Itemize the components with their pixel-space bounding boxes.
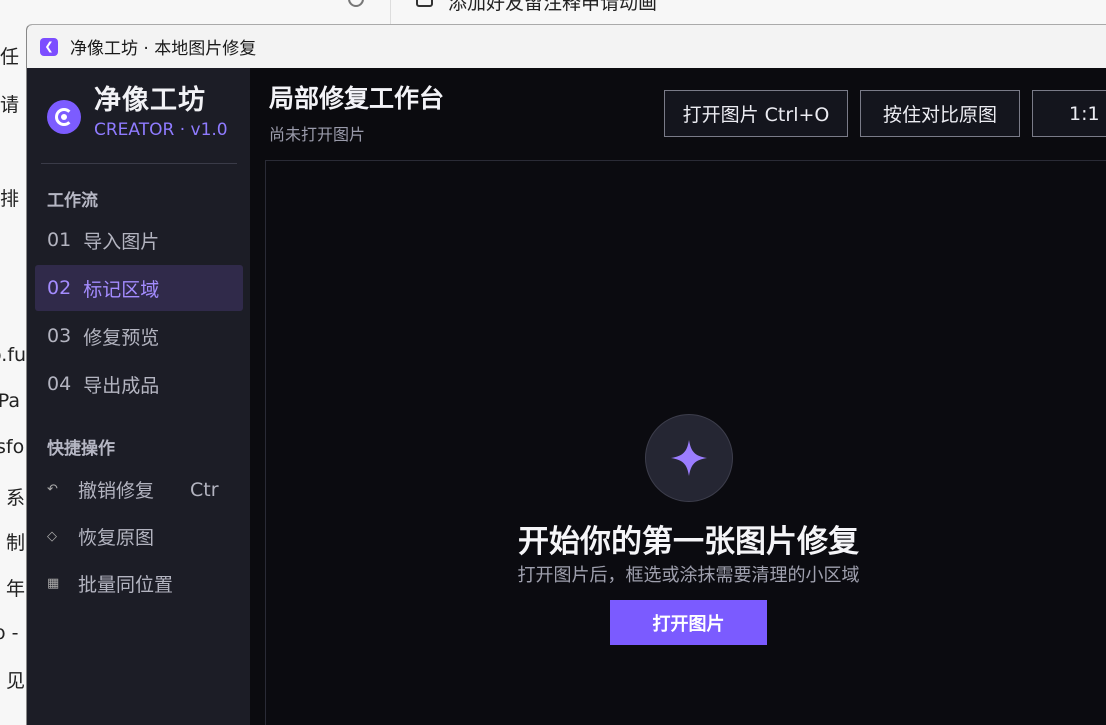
undo-icon: ↶ xyxy=(47,482,58,497)
bg-text-fragment: 见 xyxy=(6,670,26,692)
sidebar-item-label: 导出成品 xyxy=(83,374,160,397)
workflow-heading: 工作流 xyxy=(47,191,98,211)
background-window-top: 添加好友留注释申请动画 xyxy=(28,0,1106,24)
bg-text-fragment: 排 xyxy=(0,188,20,210)
step-number: 04 xyxy=(47,373,72,395)
quick-item-label: 撤销修复 xyxy=(78,480,155,502)
undo-repair-button[interactable]: ↶ 撤销修复 Ctr xyxy=(47,476,219,503)
sidebar-item-import[interactable]: 01 导入图片 xyxy=(35,217,243,263)
restore-original-button[interactable]: ◇ 恢复原图 xyxy=(47,523,154,550)
image-canvas[interactable]: 开始你的第一张图片修复 打开图片后，框选或涂抹需要清理的小区域 打开图片 xyxy=(265,160,1106,725)
checkbox-icon xyxy=(416,0,433,7)
workspace-header: 局部修复工作台 尚未打开图片 xyxy=(269,79,444,145)
quick-item-label: 批量同位置 xyxy=(78,574,174,596)
sidebar-item-mark-area[interactable]: 02 标记区域 xyxy=(35,265,243,311)
bg-text: 添加好友留注释申请动画 xyxy=(448,0,658,14)
bg-text-fragment: rPa xyxy=(0,390,21,412)
bg-text-fragment: sfo xyxy=(0,436,25,458)
sidebar: 净像工坊 CREATOR · v1.0 工作流 01 导入图片 02 标记区域 … xyxy=(27,68,250,725)
title-bar[interactable]: ❮ 净像工坊 · 本地图片修复 xyxy=(27,25,1106,68)
background-window-left: 任 请 排 o.fu rPa sfo 系 制 年 o - 见 xyxy=(0,0,28,725)
open-image-button[interactable]: 打开图片 Ctrl+O xyxy=(664,90,848,137)
sidebar-item-label: 标记区域 xyxy=(83,278,160,301)
sparkle-icon xyxy=(645,414,733,502)
brand-name: 净像工坊 xyxy=(94,85,206,116)
app-icon: ❮ xyxy=(40,37,58,56)
bg-text-fragment: o.fu xyxy=(0,344,27,366)
step-number: 03 xyxy=(47,325,72,347)
step-number: 02 xyxy=(47,277,72,299)
empty-state-title: 开始你的第一张图片修复 xyxy=(518,524,859,560)
batch-same-position-button[interactable]: ▦ 批量同位置 xyxy=(47,570,173,597)
page-title: 局部修复工作台 xyxy=(269,84,445,113)
divider xyxy=(41,163,237,164)
bg-text-fragment: 请 xyxy=(0,94,20,116)
window-title: 净像工坊 · 本地图片修复 xyxy=(70,39,257,59)
quick-item-label: 恢复原图 xyxy=(78,527,155,549)
divider xyxy=(390,0,391,24)
grid-icon: ▦ xyxy=(47,576,60,591)
bg-text-fragment: 任 xyxy=(0,46,20,68)
diamond-icon: ◇ xyxy=(47,529,57,544)
sidebar-item-label: 导入图片 xyxy=(83,230,160,253)
app-window: ❮ 净像工坊 · 本地图片修复 净像工坊 CREATOR · v1.0 工作流 … xyxy=(26,24,1106,725)
zoom-actual-size-button[interactable]: 1:1 xyxy=(1032,90,1106,137)
compare-original-button[interactable]: 按住对比原图 xyxy=(860,90,1020,137)
brand-subtitle: CREATOR · v1.0 xyxy=(94,120,228,140)
page-subtitle: 尚未打开图片 xyxy=(269,125,366,144)
sidebar-item-preview[interactable]: 03 修复预览 xyxy=(35,313,243,359)
shortcut-label: Ctr xyxy=(190,478,219,501)
empty-state-description: 打开图片后，框选或涂抹需要清理的小区域 xyxy=(517,565,860,586)
bg-text-fragment: 年 xyxy=(6,578,26,600)
open-image-primary-button[interactable]: 打开图片 xyxy=(610,600,767,645)
quick-actions-heading: 快捷操作 xyxy=(47,439,115,459)
bg-text-fragment: 制 xyxy=(6,532,26,554)
bg-text-fragment: 系 xyxy=(6,487,26,509)
sidebar-item-label: 修复预览 xyxy=(83,326,160,349)
sidebar-item-export[interactable]: 04 导出成品 xyxy=(35,361,243,407)
step-number: 01 xyxy=(47,229,72,251)
logo-icon xyxy=(47,100,81,134)
bg-text-fragment: o - xyxy=(0,622,19,644)
search-icon xyxy=(348,0,364,7)
brand: 净像工坊 CREATOR · v1.0 xyxy=(47,84,228,140)
